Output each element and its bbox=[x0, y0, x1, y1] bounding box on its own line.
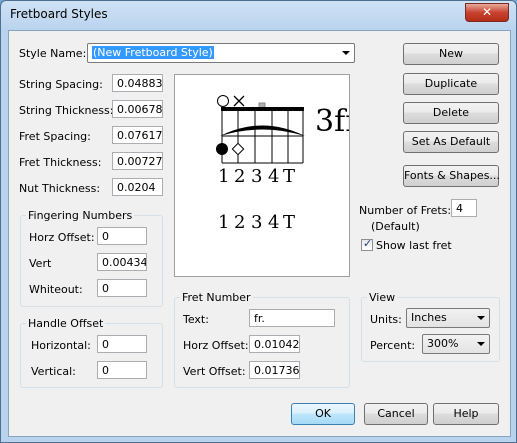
show-last-fret-checkbox[interactable]: ✓ bbox=[361, 237, 373, 251]
ok-button[interactable]: OK bbox=[291, 403, 355, 425]
handle-vertical-field[interactable]: 0 bbox=[97, 361, 147, 379]
fretboard-diagram: 3fr 1 2 3 4 T 1 2 3 4 T bbox=[216, 95, 349, 233]
string-number-3: 3 bbox=[251, 212, 262, 233]
finger-number-1: 1 bbox=[218, 166, 229, 187]
number-of-frets-field[interactable]: 4 bbox=[451, 199, 477, 217]
fret-number-text-field[interactable]: fr. bbox=[249, 309, 335, 327]
units-label: Units: bbox=[370, 313, 402, 326]
diamond-marker bbox=[231, 142, 245, 156]
finger-dot bbox=[216, 143, 228, 155]
string-number-t: T bbox=[283, 212, 295, 233]
window-title: Fretboard Styles bbox=[10, 7, 108, 21]
fret-number-vert-field[interactable]: 0.01736 bbox=[249, 361, 300, 379]
fret-number-vert-label: Vert Offset: bbox=[183, 365, 246, 378]
dialog-client: Style Name: (New Fretboard Style) String… bbox=[8, 30, 511, 437]
fonts-shapes-button[interactable]: Fonts & Shapes... bbox=[403, 165, 500, 187]
string-number-2: 2 bbox=[234, 212, 245, 233]
style-name-label: Style Name: bbox=[19, 47, 87, 60]
number-of-frets-label: Number of Frets: bbox=[359, 204, 452, 217]
chevron-down-icon bbox=[477, 342, 485, 346]
handle-horizontal-label: Horizontal: bbox=[31, 339, 91, 352]
view-title: View bbox=[367, 291, 398, 304]
nut-thickness-field[interactable]: 0.0204 bbox=[112, 178, 163, 196]
fret-number-text-label: Text: bbox=[183, 313, 209, 326]
units-value: Inches bbox=[411, 311, 447, 324]
string-spacing-field[interactable]: 0.04883 bbox=[112, 74, 163, 92]
fret-number-horz-label: Horz Offset: bbox=[183, 339, 249, 352]
style-name-value: (New Fretboard Style) bbox=[92, 46, 214, 59]
chevron-down-icon bbox=[342, 51, 350, 55]
fretboard-preview: 3fr 1 2 3 4 T 1 2 3 4 T bbox=[174, 74, 350, 277]
fingering-vert-field[interactable]: 0.00434 bbox=[97, 253, 147, 271]
delete-button[interactable]: Delete bbox=[403, 102, 499, 124]
fret-number-horz-field[interactable]: 0.01042 bbox=[249, 335, 300, 353]
fret-thickness-field[interactable]: 0.00727 bbox=[112, 152, 163, 170]
fingering-horz-label: Horz Offset: bbox=[29, 231, 95, 244]
handle-horizontal-field[interactable]: 0 bbox=[97, 335, 147, 353]
nut-bar bbox=[221, 107, 304, 111]
fingering-whiteout-label: Whiteout: bbox=[29, 283, 83, 296]
handle-offset-title: Handle Offset bbox=[26, 317, 106, 330]
help-button[interactable]: Help bbox=[433, 403, 499, 425]
nut-thickness-label: Nut Thickness: bbox=[19, 182, 101, 195]
fret-number-title: Fret Number bbox=[180, 291, 253, 304]
fretboard-grid bbox=[221, 109, 304, 164]
string-number-1: 1 bbox=[218, 212, 229, 233]
set-as-default-button[interactable]: Set As Default bbox=[403, 131, 499, 153]
cancel-button[interactable]: Cancel bbox=[364, 403, 428, 425]
fingering-numbers-title: Fingering Numbers bbox=[26, 209, 135, 222]
percent-select[interactable]: 300% bbox=[422, 334, 490, 354]
duplicate-button[interactable]: Duplicate bbox=[403, 73, 499, 95]
string-number-4: 4 bbox=[268, 212, 279, 233]
frets-default-label: (Default) bbox=[371, 220, 420, 233]
barre-arc bbox=[220, 125, 305, 136]
finger-number-4: 4 bbox=[268, 166, 279, 187]
fret-number-text: 3fr bbox=[315, 104, 349, 139]
string-thickness-field[interactable]: 0.00678 bbox=[112, 100, 163, 118]
muted-string-marker bbox=[233, 95, 245, 107]
style-name-combo[interactable]: (New Fretboard Style) bbox=[87, 43, 355, 63]
finger-number-2: 2 bbox=[234, 166, 245, 187]
chevron-down-icon bbox=[477, 316, 485, 320]
fingering-vert-label: Vert bbox=[29, 257, 52, 270]
fret-thickness-label: Fret Thickness: bbox=[19, 156, 102, 169]
checkmark-icon: ✓ bbox=[363, 237, 373, 250]
fingering-horz-field[interactable]: 0 bbox=[97, 227, 147, 245]
title-bar[interactable]: Fretboard Styles ✕ bbox=[1, 1, 516, 29]
close-icon: ✕ bbox=[481, 5, 493, 19]
handle-vertical-label: Vertical: bbox=[31, 365, 76, 378]
units-select[interactable]: Inches bbox=[406, 308, 490, 328]
open-string-marker bbox=[217, 95, 229, 107]
fret-spacing-field[interactable]: 0.07617 bbox=[112, 126, 163, 144]
dialog-window: Fretboard Styles ✕ Style Name: (New Fret… bbox=[0, 0, 517, 443]
finger-number-t: T bbox=[283, 166, 295, 187]
string-spacing-label: String Spacing: bbox=[19, 78, 103, 91]
close-button[interactable]: ✕ bbox=[465, 3, 509, 22]
new-button[interactable]: New bbox=[403, 43, 499, 65]
percent-label: Percent: bbox=[370, 339, 416, 352]
percent-value: 300% bbox=[427, 337, 459, 350]
finger-number-3: 3 bbox=[251, 166, 262, 187]
fingering-whiteout-field[interactable]: 0 bbox=[97, 279, 147, 297]
string-thickness-label: String Thickness: bbox=[19, 104, 114, 117]
fret-spacing-label: Fret Spacing: bbox=[19, 130, 91, 143]
show-last-fret-label: Show last fret bbox=[376, 239, 452, 252]
